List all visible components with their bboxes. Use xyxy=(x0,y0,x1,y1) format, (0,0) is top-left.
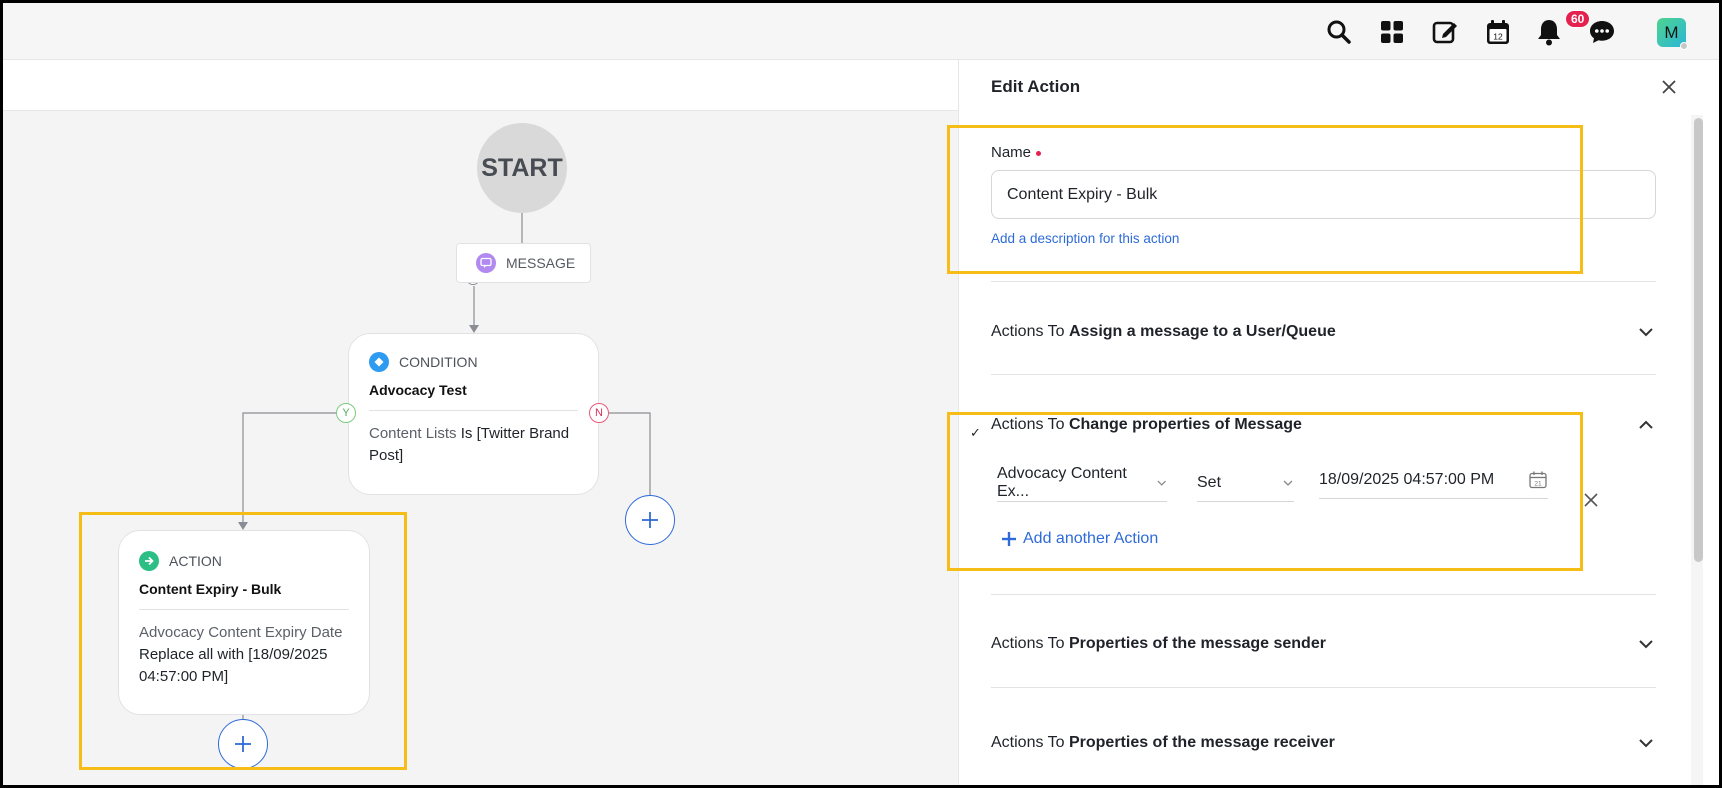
condition-operator: Is xyxy=(456,425,477,442)
date-picker-day: 21 xyxy=(1534,480,1542,487)
scrollbar-thumb[interactable] xyxy=(1694,118,1703,562)
date-input[interactable]: 18/09/2025 04:57:00 PM 21 xyxy=(1319,461,1548,499)
chat-icon[interactable] xyxy=(1586,16,1618,48)
name-input[interactable] xyxy=(991,170,1656,219)
condition-icon xyxy=(369,352,389,372)
panel-title: Edit Action xyxy=(991,77,1081,96)
name-label: Name xyxy=(991,144,1042,161)
grid-icon[interactable] xyxy=(1376,16,1408,48)
plus-icon xyxy=(642,512,658,528)
calendar-day: 12 xyxy=(1493,31,1503,41)
add-node-button-action[interactable] xyxy=(218,719,268,769)
chevron-down-icon xyxy=(1639,739,1653,748)
divider xyxy=(991,687,1656,688)
action-type-label: ACTION xyxy=(169,553,222,569)
required-indicator xyxy=(1036,150,1042,156)
message-node[interactable]: MESSAGE xyxy=(456,243,591,283)
add-node-button-no-branch[interactable] xyxy=(625,495,675,545)
condition-field: Content Lists xyxy=(369,425,457,442)
calendar-icon[interactable]: 12 xyxy=(1482,16,1514,48)
property-field-select[interactable]: Advocacy Content Ex... xyxy=(997,464,1167,502)
plus-icon xyxy=(1002,532,1016,546)
condition-node[interactable]: CONDITION Advocacy Test Content Lists Is… xyxy=(348,333,599,495)
chevron-down-icon xyxy=(1283,480,1293,486)
action-title: Content Expiry - Bulk xyxy=(139,581,282,597)
arrow-right-icon xyxy=(139,551,159,571)
status-dot xyxy=(1680,42,1688,50)
action-field: Advocacy Content Expiry Date xyxy=(139,624,343,641)
divider xyxy=(991,281,1656,282)
condition-rule: Content Lists Is [Twitter Brand Post] xyxy=(369,423,578,467)
no-branch-label: N xyxy=(589,403,609,423)
chevron-down-icon xyxy=(1157,480,1166,486)
yes-branch-label: Y xyxy=(336,403,356,423)
message-node-label: MESSAGE xyxy=(506,255,576,271)
calendar-icon[interactable]: 21 xyxy=(1528,470,1548,490)
edit-action-panel: Edit Action Name Add a description for t… xyxy=(958,60,1719,785)
close-icon[interactable] xyxy=(1657,75,1681,99)
plus-icon xyxy=(235,736,251,752)
remove-action-icon[interactable] xyxy=(1581,490,1601,510)
section-assign-message[interactable]: Actions To Assign a message to a User/Qu… xyxy=(991,317,1656,347)
chevron-down-icon xyxy=(1639,328,1653,337)
action-rule: Advocacy Content Expiry Date Replace all… xyxy=(139,622,349,688)
condition-title: Advocacy Test xyxy=(369,382,467,398)
divider xyxy=(991,594,1656,595)
app-frame: 12 60 M START MESSAGE CONDITION Advocacy… xyxy=(0,0,1722,788)
chevron-down-icon xyxy=(1639,640,1653,649)
chevron-up-icon xyxy=(1639,420,1653,429)
bell-icon[interactable] xyxy=(1533,16,1565,48)
action-operation: Replace all with xyxy=(139,646,249,663)
condition-type-label: CONDITION xyxy=(399,354,478,370)
operation-select[interactable]: Set xyxy=(1197,464,1294,502)
section-sender-properties[interactable]: Actions To Properties of the message sen… xyxy=(991,629,1656,659)
message-icon xyxy=(476,253,496,273)
section-change-properties[interactable]: Actions To Change properties of Message xyxy=(991,410,1656,440)
check-icon: ✓ xyxy=(970,425,981,440)
search-icon[interactable] xyxy=(1323,16,1355,48)
section-receiver-properties[interactable]: Actions To Properties of the message rec… xyxy=(991,728,1656,758)
start-node[interactable]: START xyxy=(477,123,567,213)
compose-icon[interactable] xyxy=(1429,16,1461,48)
add-description-link[interactable]: Add a description for this action xyxy=(991,231,1179,246)
add-another-action-button[interactable]: Add another Action xyxy=(1001,530,1158,548)
action-node[interactable]: ACTION Content Expiry - Bulk Advocacy Co… xyxy=(118,530,370,715)
divider xyxy=(991,374,1656,375)
